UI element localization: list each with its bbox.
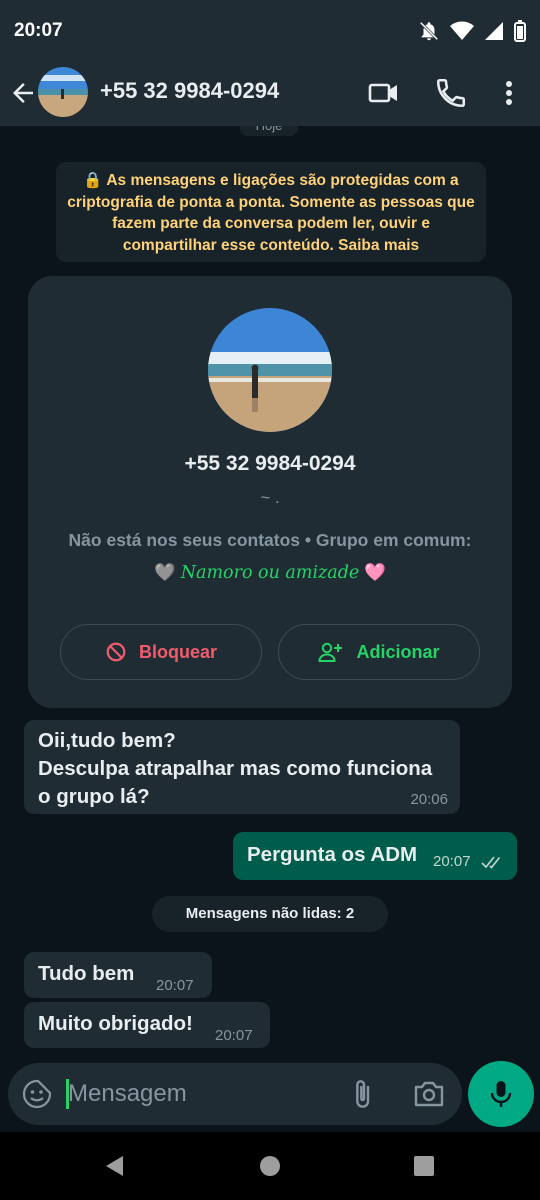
nav-home-icon[interactable] bbox=[258, 1154, 282, 1178]
voice-message-button[interactable] bbox=[468, 1061, 534, 1127]
add-button-label: Adicionar bbox=[356, 641, 440, 662]
nav-back-icon[interactable] bbox=[103, 1154, 127, 1178]
encryption-notice[interactable]: 🔒 As mensagens e ligações são protegidas… bbox=[56, 162, 486, 262]
message-time: 20:06 bbox=[410, 791, 448, 808]
message-line: Oii,tudo bem? bbox=[38, 729, 176, 752]
message-text: Tudo bem bbox=[38, 962, 135, 985]
double-check-icon bbox=[481, 856, 501, 869]
status-time: 20:07 bbox=[14, 20, 63, 41]
message-line: o grupo lá? bbox=[38, 785, 150, 808]
message-bubble-incoming[interactable]: Tudo bem 20:07 bbox=[24, 952, 212, 998]
chat-area[interactable]: Hoje 🔒 As mensagens e ligações são prote… bbox=[0, 126, 540, 1132]
message-bubble-incoming[interactable]: Oii,tudo bem? Desculpa atrapalhar mas co… bbox=[24, 720, 460, 814]
contact-group-info: Não está nos seus contatos • Grupo em co… bbox=[68, 524, 472, 589]
message-text: Pergunta os ADM bbox=[247, 843, 418, 866]
contact-photo[interactable] bbox=[208, 308, 332, 432]
back-arrow-icon[interactable] bbox=[8, 78, 38, 108]
wifi-icon bbox=[450, 21, 474, 40]
message-time: 20:07 bbox=[156, 977, 194, 994]
message-bubble-outgoing[interactable]: Pergunta os ADM 20:07 bbox=[233, 832, 517, 880]
camera-icon[interactable] bbox=[412, 1078, 446, 1110]
battery-icon bbox=[514, 20, 526, 42]
common-group-name[interactable]: Namoro ou amizade bbox=[181, 563, 360, 583]
contact-name[interactable]: +55 32 9984-0294 bbox=[100, 78, 279, 104]
block-button[interactable]: Bloquear bbox=[60, 624, 262, 680]
attach-icon[interactable] bbox=[346, 1078, 378, 1110]
nav-recents-icon[interactable] bbox=[412, 1154, 436, 1178]
block-button-label: Bloquear bbox=[138, 641, 217, 662]
phone-call-icon[interactable] bbox=[434, 76, 468, 110]
add-person-icon bbox=[318, 642, 343, 662]
message-bubble-incoming[interactable]: Muito obrigado! 20:07 bbox=[24, 1002, 270, 1048]
message-composer: Mensagem bbox=[8, 1063, 462, 1125]
contact-info-card: +55 32 9984-0294 ~ . Não está nos seus c… bbox=[28, 276, 512, 708]
more-options-icon[interactable] bbox=[492, 76, 526, 110]
info-suffix: 🩷 bbox=[359, 562, 386, 582]
contact-number: +55 32 9984-0294 bbox=[184, 452, 356, 475]
signal-icon bbox=[485, 22, 503, 40]
message-time: 20:07 bbox=[433, 853, 471, 870]
message-text: Muito obrigado! bbox=[38, 1012, 193, 1035]
message-time: 20:07 bbox=[215, 1027, 253, 1044]
sticker-emoji-icon[interactable] bbox=[22, 1079, 52, 1109]
chat-header: +55 32 9984-0294 bbox=[0, 60, 540, 126]
message-line: Desculpa atrapalhar mas como funciona bbox=[38, 757, 433, 780]
contact-avatar[interactable] bbox=[38, 67, 88, 117]
add-contact-button[interactable]: Adicionar bbox=[278, 624, 480, 680]
unread-divider: Mensagens não lidas: 2 bbox=[152, 896, 388, 932]
message-input[interactable]: Mensagem bbox=[68, 1080, 187, 1108]
contact-about: ~ . bbox=[260, 488, 280, 507]
system-navigation-bar bbox=[0, 1132, 540, 1200]
message-text: Oii,tudo bem? Desculpa atrapalhar mas co… bbox=[38, 727, 432, 811]
block-icon bbox=[106, 642, 126, 662]
microphone-icon bbox=[490, 1081, 512, 1107]
video-call-icon[interactable] bbox=[366, 76, 400, 110]
status-icons bbox=[418, 20, 526, 42]
status-bar: 20:07 bbox=[0, 0, 540, 60]
date-divider: Hoje bbox=[240, 126, 298, 136]
bell-off-icon bbox=[419, 21, 439, 41]
